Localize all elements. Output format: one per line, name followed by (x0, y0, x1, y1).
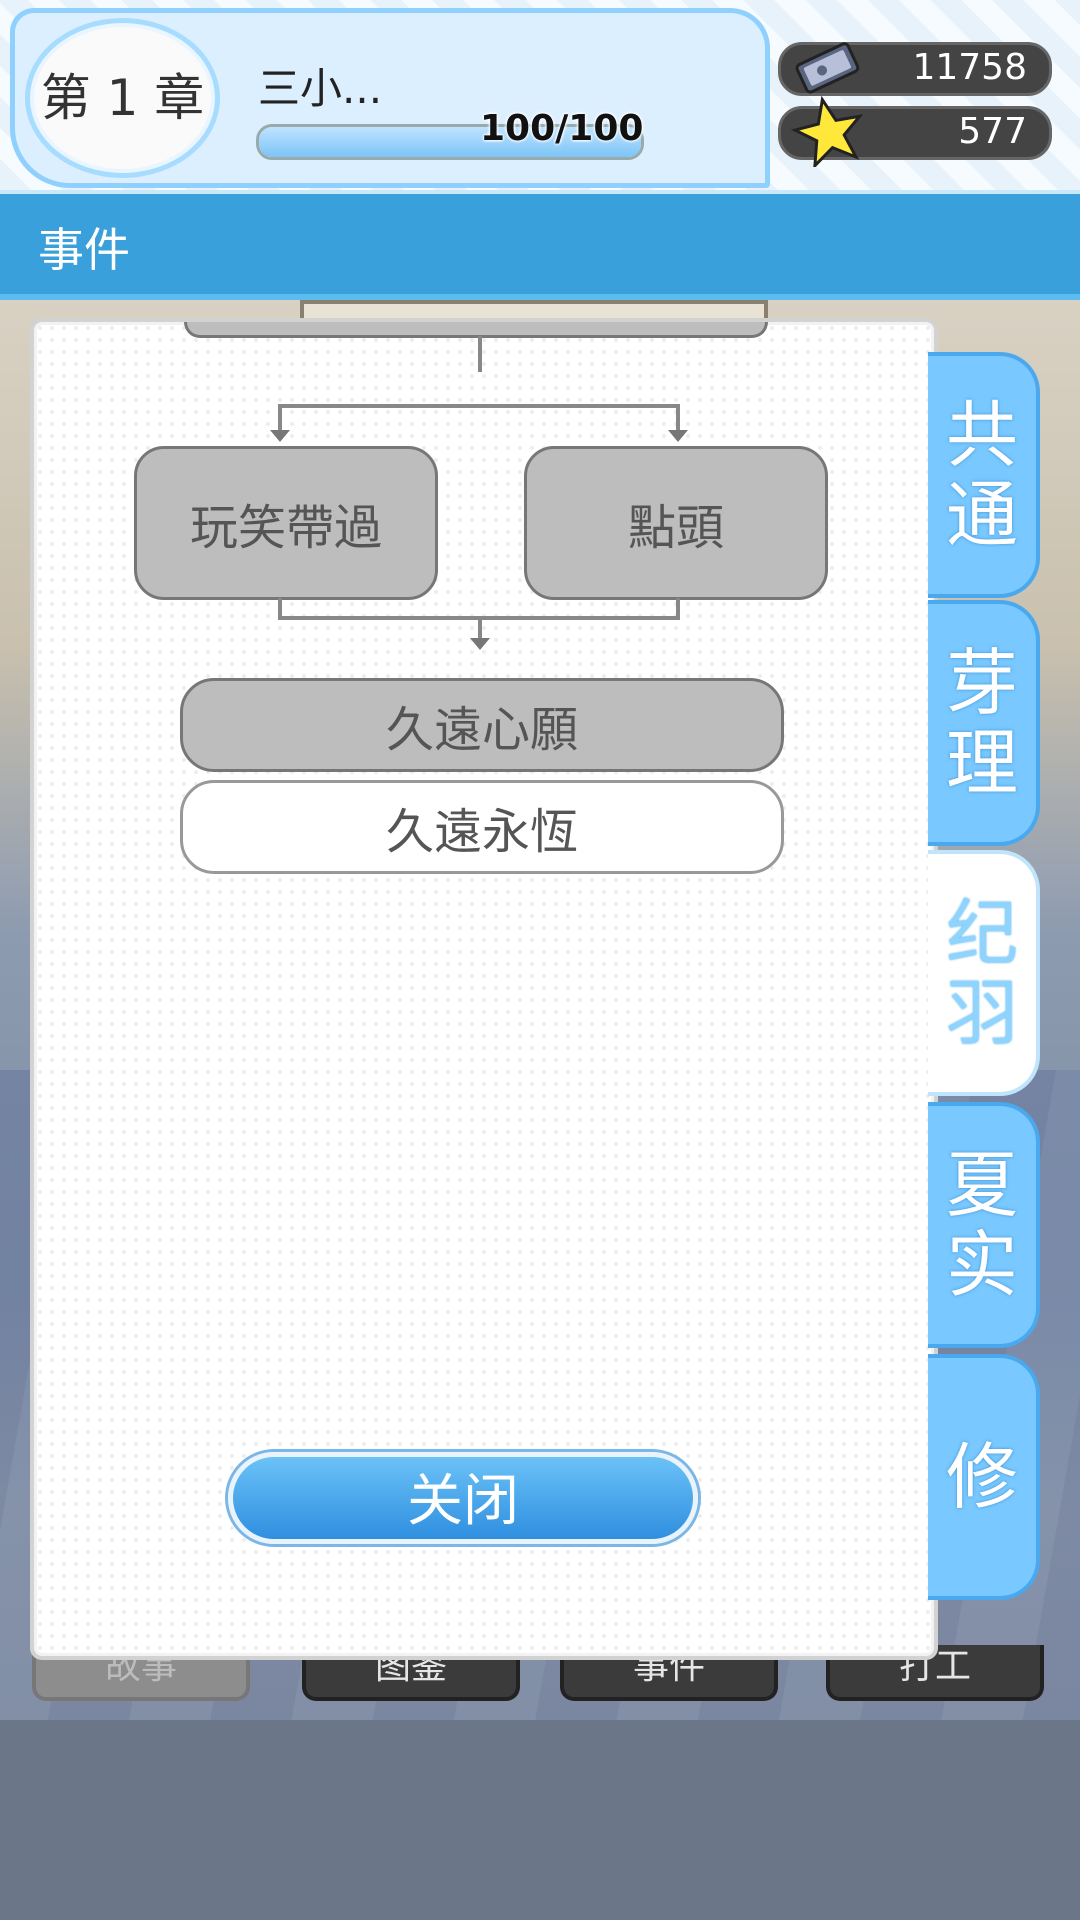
tab-meri[interactable]: 芽理 (928, 600, 1040, 846)
tab-label: 纪羽 (945, 891, 1018, 1055)
tab-kiu[interactable]: 纪羽 (928, 850, 1040, 1096)
tab-common[interactable]: 共通 (928, 352, 1040, 598)
tab-shu[interactable]: 修 (928, 1354, 1040, 1600)
flow-node[interactable]: 點頭 (524, 446, 828, 600)
flow-node[interactable]: 久遠永恆 (180, 780, 784, 874)
tab-natsumi[interactable]: 夏实 (928, 1102, 1040, 1348)
flow-connector (278, 404, 680, 408)
ticket-count: 11758 (912, 47, 1027, 88)
currency-star: 577 (778, 95, 1052, 167)
flow-connector (676, 404, 680, 432)
ticket-icon (795, 42, 860, 94)
tab-label: 夏实 (945, 1143, 1018, 1307)
star-count: 577 (958, 111, 1027, 152)
tab-label: 共通 (945, 393, 1018, 557)
chapter-badge: 第 1 章 (25, 18, 220, 178)
flow-node[interactable]: 久遠心願 (180, 678, 784, 772)
flow-connector (278, 404, 282, 432)
flow-node-partial (184, 322, 768, 338)
bottom-area (0, 1720, 1080, 1920)
tab-label: 芽理 (945, 641, 1018, 805)
flow-connector (478, 336, 482, 372)
currency-ticket: 11758 (778, 42, 1052, 96)
tab-label: 修 (945, 1435, 1018, 1519)
exp-text: 100/100 (480, 108, 644, 149)
star-icon (790, 95, 864, 167)
title-bar: 事件 (0, 190, 1080, 300)
flow-arrow (270, 430, 290, 442)
flow-connector (478, 616, 482, 640)
close-button[interactable]: 关闭 (228, 1452, 698, 1544)
flow-arrow (668, 430, 688, 442)
page-title: 事件 (38, 223, 130, 277)
flow-node[interactable]: 玩笑帶過 (134, 446, 438, 600)
flow-arrow (470, 638, 490, 650)
header: 第 1 章 三小... 100/100 11758 577 (0, 0, 1080, 190)
player-name: 三小... (258, 64, 383, 113)
